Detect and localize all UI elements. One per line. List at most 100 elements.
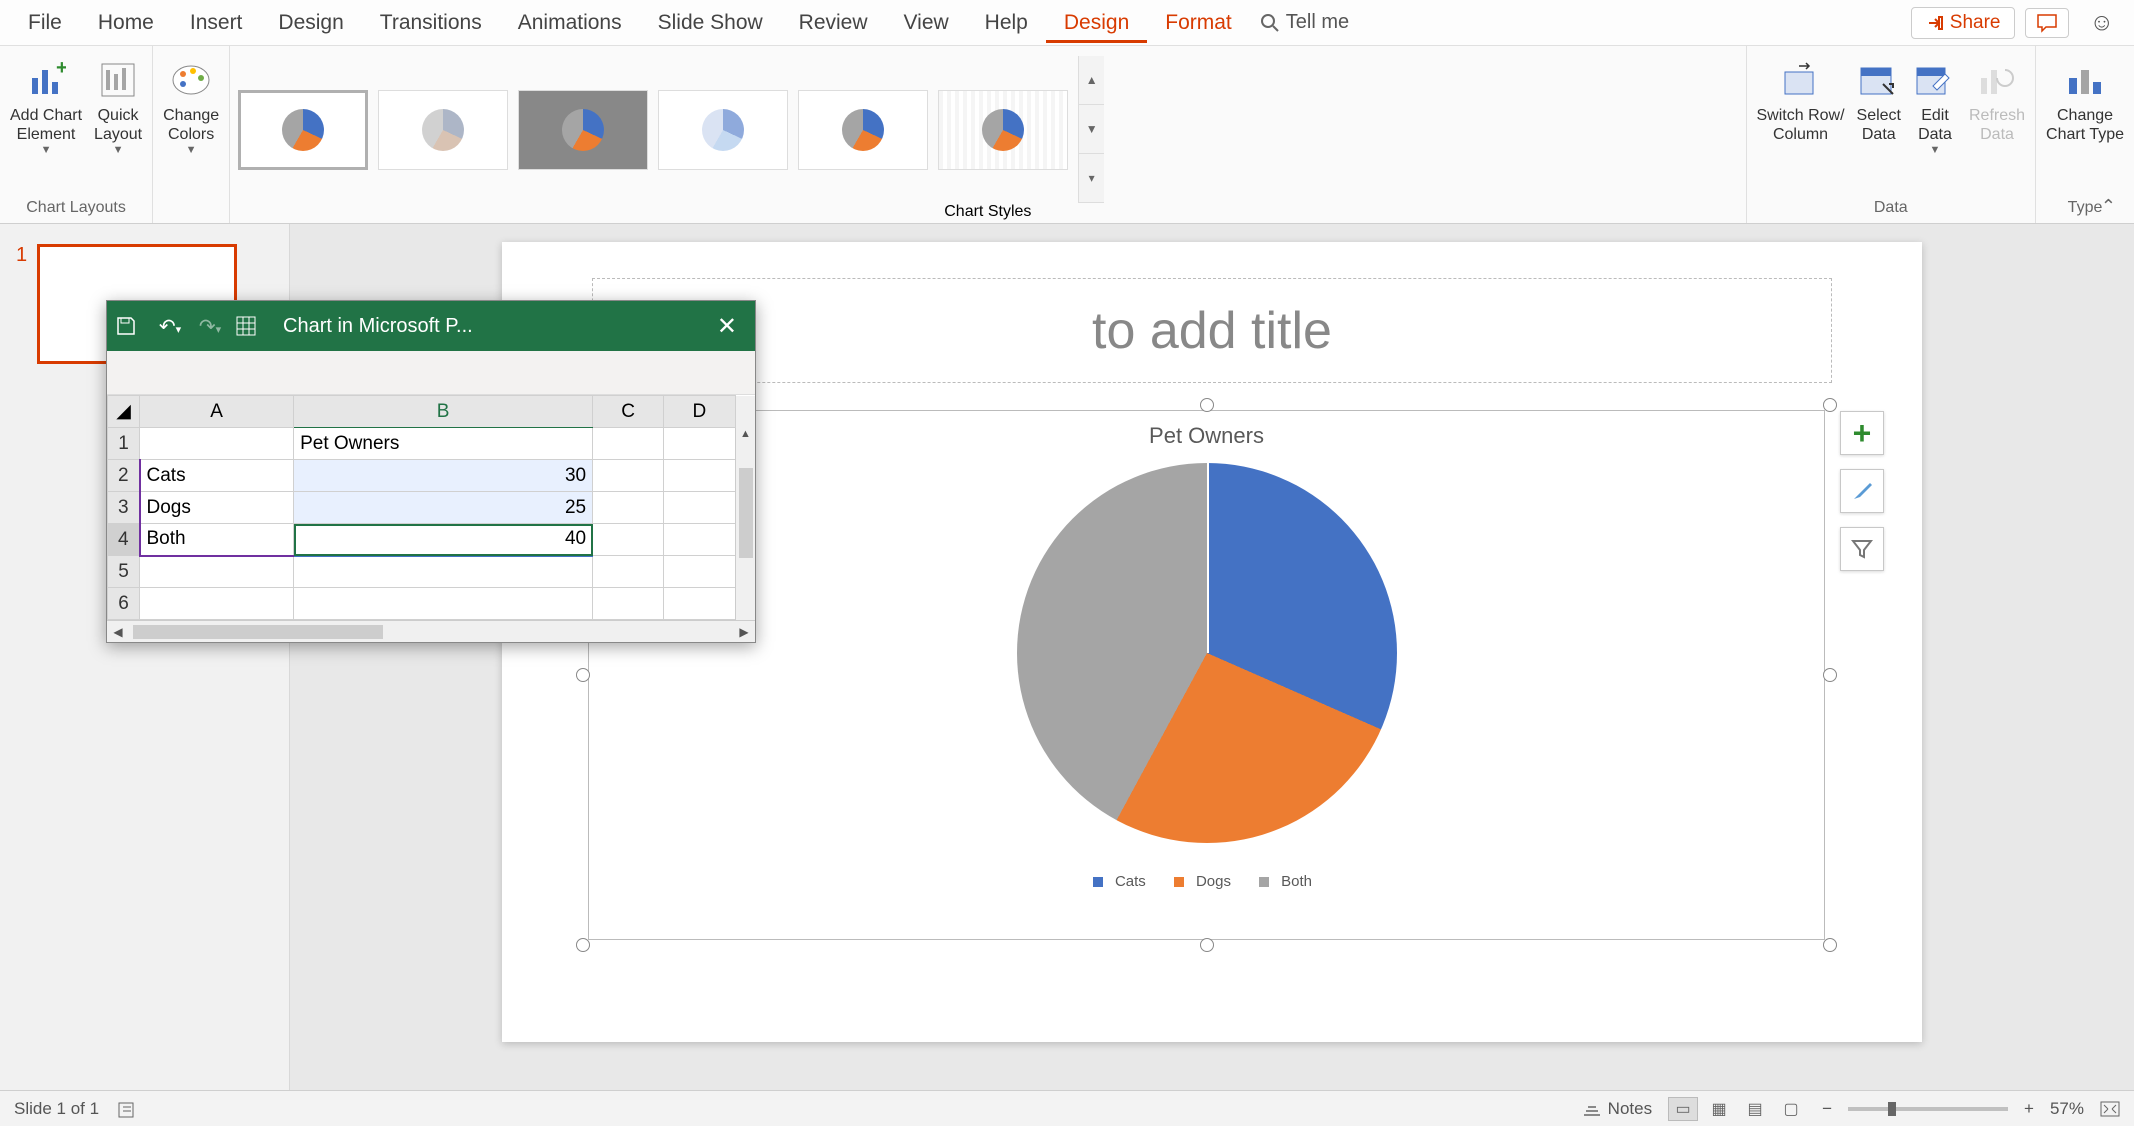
- cell-c4[interactable]: [593, 524, 664, 556]
- menu-help[interactable]: Help: [967, 3, 1046, 43]
- scroll-up-icon[interactable]: ▲: [1079, 56, 1104, 105]
- cell-a4[interactable]: Both: [140, 524, 294, 556]
- menu-view[interactable]: View: [886, 3, 967, 43]
- change-colors-button[interactable]: Change Colors ▼: [163, 58, 219, 158]
- menu-chart-design[interactable]: Design: [1046, 3, 1147, 43]
- cell-b3[interactable]: 25: [294, 492, 593, 524]
- cell-a1[interactable]: [140, 428, 294, 460]
- menu-format[interactable]: Format: [1147, 3, 1250, 43]
- change-chart-type-button[interactable]: Change Chart Type: [2046, 58, 2124, 144]
- menu-insert[interactable]: Insert: [172, 3, 261, 43]
- title-placeholder[interactable]: to add title: [592, 278, 1832, 383]
- reading-view-button[interactable]: ▤: [1740, 1097, 1770, 1121]
- cell-d5[interactable]: [664, 556, 735, 588]
- zoom-slider[interactable]: [1848, 1107, 2008, 1111]
- pie-chart[interactable]: [1017, 463, 1397, 843]
- row-header[interactable]: 2: [108, 460, 140, 492]
- select-all-cell[interactable]: ◢: [108, 396, 140, 428]
- accessibility-checker-icon[interactable]: [117, 1099, 137, 1119]
- chart-style-6[interactable]: [938, 90, 1068, 170]
- undo-icon[interactable]: ↶▾: [155, 314, 185, 339]
- row-header[interactable]: 1: [108, 428, 140, 460]
- cell-a3[interactable]: Dogs: [140, 492, 294, 524]
- chart-style-3[interactable]: [518, 90, 648, 170]
- cell-a2[interactable]: Cats: [140, 460, 294, 492]
- slideshow-view-button[interactable]: ▢: [1776, 1097, 1806, 1121]
- cell-c6[interactable]: [593, 588, 664, 620]
- tell-me-search[interactable]: Tell me: [1260, 11, 1349, 34]
- zoom-out-button[interactable]: −: [1822, 1099, 1832, 1119]
- close-icon[interactable]: ✕: [707, 312, 747, 341]
- chart-title[interactable]: Pet Owners: [589, 423, 1824, 449]
- menu-slideshow[interactable]: Slide Show: [640, 3, 781, 43]
- save-icon[interactable]: [115, 315, 145, 337]
- cell-b1[interactable]: Pet Owners: [294, 428, 593, 460]
- notes-button[interactable]: Notes: [1582, 1099, 1652, 1119]
- cell-c5[interactable]: [593, 556, 664, 588]
- col-header-c[interactable]: C: [593, 396, 664, 428]
- chart-style-5[interactable]: [798, 90, 928, 170]
- chart-legend[interactable]: Cats Dogs Both: [589, 873, 1824, 890]
- cell-d1[interactable]: [664, 428, 735, 460]
- col-header-d[interactable]: D: [664, 396, 735, 428]
- collapse-ribbon-button[interactable]: ⌃: [2101, 196, 2116, 217]
- resize-handle[interactable]: [1823, 938, 1837, 952]
- resize-handle[interactable]: [576, 938, 590, 952]
- normal-view-button[interactable]: ▭: [1668, 1097, 1698, 1121]
- cell-d2[interactable]: [664, 460, 735, 492]
- menu-transitions[interactable]: Transitions: [362, 3, 500, 43]
- fit-to-window-button[interactable]: [2100, 1101, 2120, 1117]
- share-button[interactable]: Share: [1911, 7, 2016, 39]
- col-header-b[interactable]: B: [294, 396, 593, 428]
- row-header[interactable]: 6: [108, 588, 140, 620]
- cell-b4-selected[interactable]: 40: [294, 524, 593, 556]
- scroll-more-icon[interactable]: ▾: [1079, 154, 1104, 203]
- cell-b2[interactable]: 30: [294, 460, 593, 492]
- excel-data-window[interactable]: ↶▾ ↷▾ Chart in Microsoft P... ✕ ◢ A B C …: [106, 300, 756, 643]
- add-chart-element-button[interactable]: + Add Chart Element ▼: [10, 58, 82, 158]
- grid-icon[interactable]: [235, 315, 265, 337]
- cell-c2[interactable]: [593, 460, 664, 492]
- slide-sorter-view-button[interactable]: ▦: [1704, 1097, 1734, 1121]
- select-data-button[interactable]: Select Data: [1857, 58, 1901, 144]
- chart-styles-button[interactable]: [1840, 469, 1884, 513]
- chart-filters-button[interactable]: [1840, 527, 1884, 571]
- chart-elements-button[interactable]: +: [1840, 411, 1884, 455]
- scroll-down-icon[interactable]: ▼: [1079, 105, 1104, 154]
- cell-b5[interactable]: [294, 556, 593, 588]
- scroll-thumb[interactable]: [133, 625, 383, 639]
- excel-grid[interactable]: ◢ A B C D 1 Pet Owners ▲ 2: [107, 395, 755, 642]
- menu-animations[interactable]: Animations: [500, 3, 640, 43]
- resize-handle[interactable]: [1823, 668, 1837, 682]
- chart-styles-scrollbar[interactable]: ▲ ▼ ▾: [1078, 56, 1104, 203]
- resize-handle[interactable]: [1200, 398, 1214, 412]
- menu-review[interactable]: Review: [781, 3, 886, 43]
- chart-style-1[interactable]: [238, 90, 368, 170]
- row-header[interactable]: 4: [108, 524, 140, 556]
- menu-home[interactable]: Home: [80, 3, 172, 43]
- cell-d6[interactable]: [664, 588, 735, 620]
- cell-c3[interactable]: [593, 492, 664, 524]
- comments-button[interactable]: [2025, 8, 2069, 38]
- feedback-smiley-icon[interactable]: ☺: [2079, 9, 2124, 37]
- menu-file[interactable]: File: [10, 3, 80, 43]
- cell-a6[interactable]: [140, 588, 294, 620]
- chart-style-4[interactable]: [658, 90, 788, 170]
- scroll-right-icon[interactable]: ▶: [733, 625, 755, 639]
- row-header[interactable]: 5: [108, 556, 140, 588]
- scroll-left-icon[interactable]: ◀: [107, 625, 129, 639]
- col-header-a[interactable]: A: [140, 396, 294, 428]
- cell-a5[interactable]: [140, 556, 294, 588]
- zoom-thumb[interactable]: [1888, 1102, 1896, 1116]
- row-header[interactable]: 3: [108, 492, 140, 524]
- edit-data-button[interactable]: Edit Data ▼: [1913, 58, 1957, 158]
- resize-handle[interactable]: [1823, 398, 1837, 412]
- resize-handle[interactable]: [1200, 938, 1214, 952]
- cell-c1[interactable]: [593, 428, 664, 460]
- resize-handle[interactable]: [576, 668, 590, 682]
- quick-layout-button[interactable]: Quick Layout ▼: [94, 58, 142, 158]
- cell-b6[interactable]: [294, 588, 593, 620]
- menu-design[interactable]: Design: [260, 3, 361, 43]
- chart-style-2[interactable]: [378, 90, 508, 170]
- excel-horizontal-scrollbar[interactable]: ◀ ▶: [107, 620, 755, 642]
